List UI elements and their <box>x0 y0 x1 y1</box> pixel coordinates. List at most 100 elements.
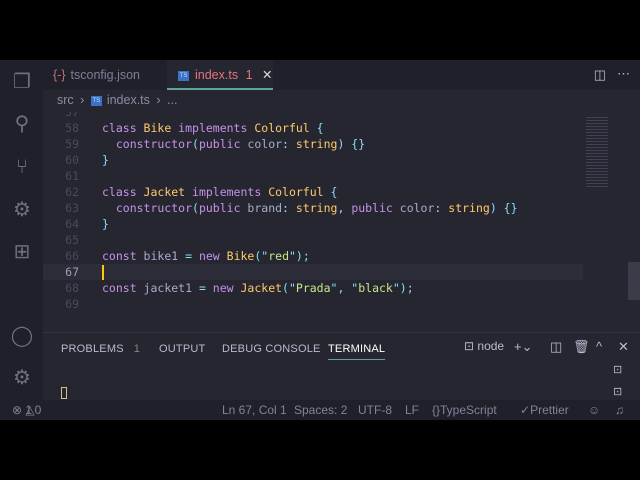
line-number: 61 <box>65 169 79 183</box>
code-token: , <box>337 201 352 215</box>
code-token: new <box>212 281 241 295</box>
code-token: Bike <box>226 249 255 263</box>
code-token: : <box>282 137 296 151</box>
maximize-panel-icon[interactable]: ^ <box>596 339 602 354</box>
code-text: const jacket1 = new Jacket("Prada", "bla… <box>102 280 414 296</box>
code-token: class <box>102 185 144 199</box>
close-icon[interactable]: ✕ <box>262 68 272 82</box>
line-number: 63 <box>65 201 79 215</box>
source-control-icon[interactable]: ⑂ <box>10 155 34 179</box>
code-line[interactable]: 60} <box>43 152 583 168</box>
code-line[interactable]: 59 constructor(public color: string) {} <box>43 136 583 152</box>
split-editor-icon[interactable]: ◫ <box>594 67 606 83</box>
code-token: Jacket <box>143 185 193 199</box>
tab-problems[interactable]: PROBLEMS 1 <box>61 343 140 355</box>
code-token: string <box>448 201 490 215</box>
typescript-icon: TS <box>178 70 189 81</box>
code-token: } <box>102 217 109 231</box>
trash-icon[interactable]: 🗑 <box>573 339 590 355</box>
code-line[interactable]: 67 <box>43 264 583 280</box>
run-debug-icon[interactable]: ⚙ <box>10 198 34 222</box>
code-token: (" <box>282 281 296 295</box>
files-icon[interactable]: ❐ <box>10 70 34 94</box>
breadcrumb-more[interactable]: ... <box>167 93 177 107</box>
code-token: "); <box>392 281 414 295</box>
tab-tsconfig[interactable]: {-} tsconfig.json <box>53 60 168 90</box>
code-line[interactable]: 68 const jacket1 = new Jacket("Prada", "b… <box>43 280 583 296</box>
code-line[interactable]: 62 class Jacket implements Colorful { <box>43 184 583 200</box>
code-line[interactable]: 66 const bike1 = new Bike("red"); <box>43 248 583 264</box>
language-mode[interactable]: {} TypeScript <box>432 400 497 420</box>
code-text: } <box>102 216 109 232</box>
cursor-position[interactable]: Ln 67, Col 1 <box>222 400 287 420</box>
code-token: new <box>198 249 227 263</box>
scrollbar-thumb[interactable] <box>628 262 640 300</box>
code-token: { <box>330 185 338 199</box>
tab-debug-console[interactable]: DEBUG CONSOLE <box>222 343 321 355</box>
code-token: = <box>198 281 213 295</box>
problems-status[interactable]: ⊗ 1 △ 0 <box>12 400 41 420</box>
code-token: red <box>268 249 289 263</box>
code-line[interactable]: 61 <box>43 168 583 184</box>
tab-index-ts[interactable]: TS index.ts 1 ✕ <box>167 60 273 90</box>
close-panel-icon[interactable]: ✕ <box>618 339 629 355</box>
code-token: ", " <box>330 281 359 295</box>
code-token: Jacket <box>240 281 283 295</box>
code-token: constructor <box>102 201 193 215</box>
feedback-icon[interactable]: ☺ <box>588 400 600 420</box>
terminal-instance-icon[interactable]: ⊡ <box>613 385 622 398</box>
text-cursor <box>102 265 104 280</box>
code-text: const bike1 = new Bike("red"); <box>102 248 310 264</box>
breadcrumb-file[interactable]: index.ts <box>107 93 150 107</box>
line-number: 67 <box>65 265 79 279</box>
minimap[interactable] <box>584 112 640 332</box>
search-icon[interactable]: ⚲ <box>10 112 34 136</box>
code-token: public <box>198 137 248 151</box>
code-token: implements <box>192 185 269 199</box>
code-token: Colorful <box>268 185 331 199</box>
tab-terminal[interactable]: TERMINAL <box>328 343 386 360</box>
code-token: constructor <box>102 137 193 151</box>
line-number: 69 <box>65 297 79 311</box>
settings-icon[interactable]: ⚙ <box>10 366 34 390</box>
bottom-panel: PROBLEMS 1 OUTPUT DEBUG CONSOLE TERMINAL … <box>43 332 640 400</box>
code-editor[interactable]: 57 58 class Bike implements Colorful {59 c… <box>43 112 640 332</box>
code-token: } <box>102 153 109 167</box>
tab-label: tsconfig.json <box>70 68 140 82</box>
code-line[interactable]: 65 <box>43 232 583 248</box>
code-token: const <box>102 249 144 263</box>
problem-count: 1 <box>133 343 141 355</box>
code-token: jacket1 <box>143 281 199 295</box>
code-token: Prada <box>295 281 331 295</box>
tab-output[interactable]: OUTPUT <box>159 343 205 355</box>
notifications-icon[interactable]: ♫ <box>615 400 624 420</box>
breadcrumb: src › TS index.ts › ... <box>57 93 177 107</box>
extensions-icon[interactable]: ⊞ <box>10 240 34 264</box>
tab-bar: {-} tsconfig.json TS index.ts 1 ✕ ◫ ⋯ <box>43 60 640 90</box>
code-token: ( <box>192 201 199 215</box>
account-icon[interactable]: ◯ <box>10 324 34 348</box>
encoding[interactable]: UTF-8 <box>358 400 392 420</box>
code-token: public <box>351 201 400 215</box>
code-line[interactable]: 63 constructor(public brand: string, pub… <box>43 200 583 216</box>
eol[interactable]: LF <box>405 400 419 420</box>
code-line[interactable]: 69 <box>43 296 583 312</box>
split-terminal-icon[interactable]: ◫ <box>550 339 562 355</box>
code-token: ) {} <box>337 137 366 151</box>
new-terminal-icon[interactable]: +⌄ <box>514 339 532 355</box>
code-token: black <box>358 281 393 295</box>
code-line[interactable]: 58 class Bike implements Colorful { <box>43 120 583 136</box>
terminal-selector[interactable]: ⊡ node <box>464 339 504 353</box>
breadcrumb-folder[interactable]: src <box>57 93 74 107</box>
code-line[interactable]: 57 <box>43 112 583 120</box>
code-line[interactable]: 64} <box>43 216 583 232</box>
line-number: 66 <box>65 249 79 263</box>
indentation[interactable]: Spaces: 2 <box>294 400 347 420</box>
status-bar: ⊗ 1 △ 0 Ln 67, Col 1 Spaces: 2 UTF-8 LF … <box>0 400 640 420</box>
prettier-status[interactable]: ✓ Prettier <box>520 400 569 420</box>
code-token: ( <box>192 137 199 151</box>
more-actions-icon[interactable]: ⋯ <box>617 66 630 82</box>
code-token: string <box>295 201 338 215</box>
line-number: 64 <box>65 217 79 231</box>
terminal-instance-icon[interactable]: ⊡ <box>613 363 622 376</box>
